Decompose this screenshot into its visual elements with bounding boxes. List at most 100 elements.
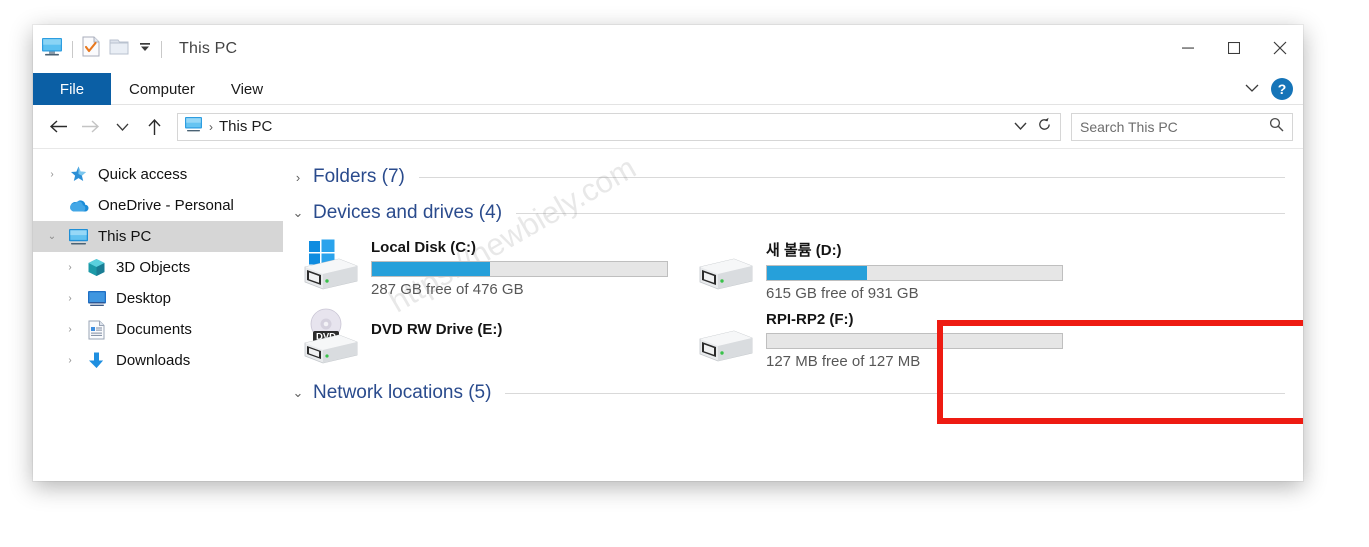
help-button[interactable]: ? (1271, 78, 1293, 100)
back-button[interactable] (43, 112, 73, 142)
hard-drive-icon (692, 235, 758, 293)
screenshot-root: This PC File Computer View ? › This PC S… (0, 0, 1369, 547)
drive-name: 새 볼륨 (D:) (766, 242, 842, 259)
sidebar-item-this-pc[interactable]: ⌄ This PC (33, 221, 283, 252)
drive-name: DVD RW Drive (E:) (371, 321, 503, 338)
drive-usage-bar (766, 265, 1063, 281)
group-divider (516, 212, 1285, 214)
sidebar-item-documents[interactable]: › Documents (33, 314, 283, 345)
group-header-network-locations[interactable]: ⌄ Network locations (5) (283, 375, 1303, 411)
3d-objects-icon (86, 257, 107, 278)
tab-computer[interactable]: Computer (111, 73, 213, 105)
customize-dropdown-icon[interactable] (138, 40, 152, 59)
drive-item-dvd-rw-e[interactable]: DVD DVD RW Drive (E:) (293, 303, 688, 375)
drive-item-new-volume-d[interactable]: 새 볼륨 (D:) 615 GB free of 931 GB (688, 231, 1083, 303)
chevron-right-icon[interactable]: › (63, 355, 77, 366)
chevron-right-icon[interactable]: › (291, 170, 305, 185)
sidebar-item-label: Downloads (116, 352, 191, 369)
refresh-icon[interactable] (1037, 117, 1052, 137)
drive-item-rpi-rp2-f[interactable]: RPI-RP2 (F:) 127 MB free of 127 MB (688, 303, 1083, 375)
forward-button[interactable] (75, 112, 105, 142)
ribbon-right-controls: ? (1245, 73, 1297, 105)
drive-free-space: 127 MB free of 127 MB (766, 353, 921, 370)
drive-usage-bar (766, 333, 1063, 349)
window-controls (1165, 25, 1303, 71)
drive-usage-fill (372, 262, 490, 276)
chevron-right-icon[interactable]: › (45, 169, 59, 180)
maximize-button[interactable] (1211, 25, 1257, 71)
drives-row-2: DVD DVD RW Drive (E:) RPI-RP2 (F:) 127 M… (293, 303, 1303, 375)
breadcrumb-separator: › (209, 119, 213, 134)
chevron-right-icon[interactable]: › (63, 262, 77, 273)
address-bar: › This PC Search This PC (33, 105, 1303, 149)
search-icon[interactable] (1269, 117, 1284, 137)
chevron-right-icon[interactable]: › (63, 293, 77, 304)
tab-file[interactable]: File (33, 73, 111, 105)
recent-locations-button[interactable] (107, 112, 137, 142)
drive-item-local-disk-c[interactable]: Local Disk (C:) 287 GB free of 476 GB (293, 231, 688, 303)
onedrive-cloud-icon (68, 195, 89, 216)
sidebar-item-label: This PC (98, 228, 152, 245)
chevron-down-icon[interactable] (1245, 80, 1259, 98)
sidebar-item-label: Quick access (98, 166, 188, 183)
drives-row-1: Local Disk (C:) 287 GB free of 476 GB 새 … (293, 231, 1303, 303)
dvd-drive-icon: DVD (297, 307, 363, 365)
downloads-icon (86, 350, 107, 371)
tab-view[interactable]: View (213, 73, 281, 105)
group-label: Folders (7) (313, 166, 405, 187)
group-header-folders[interactable]: › Folders (7) (283, 159, 1303, 195)
drive-usage-fill (767, 266, 868, 280)
group-divider (418, 176, 1285, 178)
toolbar-separator-2 (161, 40, 162, 58)
drive-free-space: 615 GB free of 931 GB (766, 285, 919, 302)
sidebar-item-onedrive[interactable]: OneDrive - Personal (33, 190, 283, 221)
quick-access-toolbar: This PC (33, 36, 237, 62)
close-button[interactable] (1257, 25, 1303, 71)
chevron-down-icon[interactable]: ⌄ (45, 231, 59, 242)
this-pc-icon (184, 116, 203, 138)
breadcrumb-current[interactable]: This PC (219, 118, 272, 135)
drive-info: Local Disk (C:) 287 GB free of 476 GB (371, 235, 671, 298)
chevron-right-icon[interactable]: › (63, 324, 77, 335)
pin-star-icon (68, 164, 89, 185)
up-button[interactable] (139, 112, 169, 142)
monitor-icon[interactable] (41, 37, 63, 62)
group-divider (505, 392, 1285, 394)
minimize-button[interactable] (1165, 25, 1211, 71)
search-input[interactable]: Search This PC (1071, 112, 1293, 141)
desktop-icon (86, 288, 107, 309)
content-pane: https://newbiely.com › Folders (7) ⌄ Dev… (283, 149, 1303, 480)
windows-hard-drive-icon (297, 235, 363, 293)
group-header-devices-and-drives[interactable]: ⌄ Devices and drives (4) (283, 195, 1303, 231)
toolbar-separator (72, 40, 73, 58)
drives-grid: Local Disk (C:) 287 GB free of 476 GB 새 … (283, 231, 1303, 375)
drive-free-space: 287 GB free of 476 GB (371, 281, 524, 298)
properties-icon[interactable] (82, 36, 100, 62)
breadcrumb-bar[interactable]: › This PC (177, 112, 1061, 141)
sidebar-item-desktop[interactable]: › Desktop (33, 283, 283, 314)
chevron-down-icon[interactable]: ⌄ (291, 385, 305, 401)
ribbon-tab-bar: File Computer View ? (33, 73, 1303, 105)
drive-name: RPI-RP2 (F:) (766, 311, 854, 328)
breadcrumb-right-controls (1014, 117, 1054, 137)
sidebar-item-downloads[interactable]: › Downloads (33, 345, 283, 376)
sidebar-item-quick-access[interactable]: › Quick access (33, 159, 283, 190)
sidebar-item-label: 3D Objects (116, 259, 191, 276)
sidebar-item-label: OneDrive - Personal (98, 197, 234, 214)
explorer-body: › Quick access OneDrive - Personal ⌄ Thi… (33, 149, 1303, 480)
drive-name: Local Disk (C:) (371, 239, 477, 256)
file-explorer-window: This PC File Computer View ? › This PC S… (33, 25, 1303, 481)
title-bar: This PC (33, 25, 1303, 73)
drive-usage-bar (371, 261, 668, 277)
group-label: Devices and drives (4) (313, 202, 503, 223)
documents-icon (86, 319, 107, 340)
search-placeholder: Search This PC (1080, 118, 1178, 135)
window-title: This PC (179, 40, 238, 57)
sidebar-item-label: Desktop (116, 290, 172, 307)
address-dropdown-icon[interactable] (1014, 118, 1027, 136)
sidebar-item-label: Documents (116, 321, 192, 338)
chevron-down-icon[interactable]: ⌄ (291, 205, 305, 221)
sidebar-item-3d-objects[interactable]: › 3D Objects (33, 252, 283, 283)
new-folder-icon[interactable] (109, 37, 129, 61)
navigation-pane: › Quick access OneDrive - Personal ⌄ Thi… (33, 149, 283, 480)
